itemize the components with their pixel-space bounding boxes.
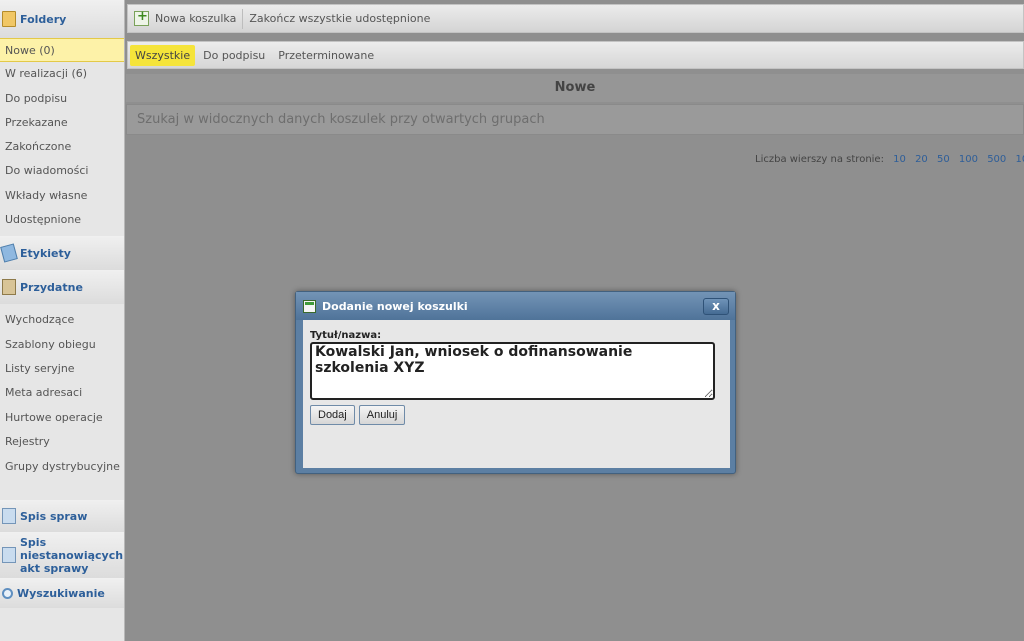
case-list-label: Spis spraw [20, 509, 88, 523]
sidebar-item-grupy-dystrybucyjne[interactable]: Grupy dystrybucyjne [0, 454, 124, 494]
new-sleeve-label: Nowa koszulka [155, 12, 237, 25]
search-input[interactable]: Szukaj w widocznych danych koszulek przy… [126, 104, 1024, 135]
close-button[interactable]: x [703, 298, 729, 315]
dialog-buttons: Dodaj Anuluj [310, 405, 723, 425]
end-all-shared-button[interactable]: Zakończ wszystkie udostępnione [243, 5, 436, 32]
rows-option-500[interactable]: 500 [987, 154, 1006, 165]
sidebar-item-do-wiadomosci[interactable]: Do wiadomości [0, 159, 124, 183]
useful-section-header[interactable]: Przydatne [0, 270, 124, 305]
sidebar-item-nowe[interactable]: Nowe (0) [0, 38, 124, 63]
sidebar-item-zakonczone[interactable]: Zakończone [0, 135, 124, 159]
title-field[interactable]: Kowalski Jan, wniosek o dofinansowanie s… [310, 342, 715, 400]
sidebar-item-przekazane[interactable]: Przekazane [0, 111, 124, 135]
folder-list: Nowe (0) W realizacji (6) Do podpisu Prz… [0, 38, 124, 232]
labels-header-label: Etykiety [20, 246, 71, 260]
tag-icon [0, 243, 18, 263]
non-case-list-section[interactable]: Spis niestanowiących akt sprawy [0, 532, 124, 579]
non-case-list-label: Spis niestanowiących akt sprawy [20, 535, 124, 575]
rows-option-1000[interactable]: 1000 [1015, 154, 1024, 165]
sidebar-item-w-realizacji[interactable]: W realizacji (6) [0, 62, 124, 86]
folder-icon [2, 11, 16, 27]
tab-przeterminowane[interactable]: Przeterminowane [273, 45, 379, 66]
sidebar-item-wychodzace[interactable]: Wychodzące [0, 308, 124, 332]
tab-do-podpisu[interactable]: Do podpisu [198, 45, 270, 66]
folders-section-header[interactable]: Foldery [0, 0, 124, 38]
new-sleeve-button[interactable]: Nowa koszulka [128, 5, 242, 32]
page-title: Nowe [126, 74, 1024, 102]
rows-per-page-label: Liczba wierszy na stronie: [755, 154, 884, 165]
sidebar-item-meta-adresaci[interactable]: Meta adresaci [0, 381, 124, 405]
search-section-label: Wyszukiwanie [17, 586, 105, 600]
new-sleeve-dialog: Dodanie nowej koszulki x Tytuł/nazwa: Ko… [295, 291, 736, 474]
rows-per-page: Liczba wierszy na stronie: 10 20 50 100 … [755, 154, 1024, 165]
clipboard-icon [2, 279, 16, 296]
cancel-button[interactable]: Anuluj [358, 405, 406, 425]
labels-section-header[interactable]: Etykiety [0, 236, 124, 271]
rows-option-10[interactable]: 10 [893, 154, 906, 165]
dialog-header[interactable]: Dodanie nowej koszulki [296, 292, 735, 320]
add-button[interactable]: Dodaj [310, 405, 355, 425]
case-list-section[interactable]: Spis spraw [0, 500, 124, 533]
sidebar-item-szablony-obiegu[interactable]: Szablony obiegu [0, 333, 124, 357]
useful-list: Wychodzące Szablony obiegu Listy seryjne… [0, 304, 124, 494]
sidebar-item-do-podpisu[interactable]: Do podpisu [0, 87, 124, 111]
sidebar-item-listy-seryjne[interactable]: Listy seryjne [0, 357, 124, 381]
title-field-label: Tytuł/nazwa: [310, 330, 382, 341]
add-icon [134, 9, 149, 26]
toolbar: Nowa koszulka Zakończ wszystkie udostępn… [127, 4, 1024, 33]
rows-option-20[interactable]: 20 [915, 154, 928, 165]
sidebar-item-wklady-wlasne[interactable]: Wkłady własne [0, 184, 124, 208]
useful-header-label: Przydatne [20, 280, 83, 294]
dialog-title: Dodanie nowej koszulki [322, 299, 468, 313]
sidebar-item-udostepnione[interactable]: Udostępnione [0, 208, 124, 232]
filter-tabs: Wszystkie Do podpisu Przeterminowane [127, 41, 1024, 69]
tab-wszystkie[interactable]: Wszystkie [130, 44, 196, 66]
document-icon [2, 547, 16, 564]
document-icon [2, 508, 16, 525]
sidebar-item-rejestry[interactable]: Rejestry [0, 430, 124, 454]
search-icon [2, 587, 13, 599]
sidebar: Foldery Nowe (0) W realizacji (6) Do pod… [0, 0, 125, 641]
rows-option-50[interactable]: 50 [937, 154, 950, 165]
sidebar-item-hurtowe-operacje[interactable]: Hurtowe operacje [0, 406, 124, 430]
rows-option-100[interactable]: 100 [959, 154, 978, 165]
dialog-body: Tytuł/nazwa: Kowalski Jan, wniosek o dof… [303, 320, 730, 468]
form-icon [303, 299, 316, 313]
search-section[interactable]: Wyszukiwanie [0, 578, 124, 609]
folders-header-label: Foldery [20, 12, 67, 26]
